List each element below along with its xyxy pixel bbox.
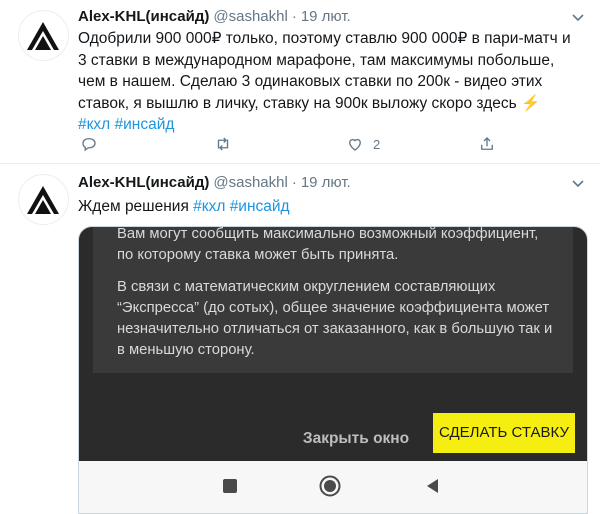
author-name[interactable]: Alex-KHL(инсайд) [78, 174, 209, 191]
tweet-text: Ждем решения #кхл #инсайд [78, 196, 583, 218]
logo-avatar-icon [27, 186, 59, 214]
close-window-button: Закрыть окно [302, 430, 410, 447]
dialog-panel: Вам могут сообщить максимально возможный… [93, 227, 573, 373]
tweet-date[interactable]: 19 лют. [301, 174, 351, 191]
nav-home-icon [319, 475, 341, 497]
separator-dot: · [291, 8, 297, 25]
dialog-paragraph: В связи с математическим округлением сос… [117, 279, 553, 358]
tweet-actions: 2 [78, 133, 498, 155]
tweet-header: Alex-KHL(инсайд) @sashakhl · 19 лют. [78, 172, 351, 194]
android-nav-bar [79, 461, 587, 513]
logo-avatar-icon [27, 22, 59, 50]
share-button[interactable] [478, 133, 496, 155]
tweet[interactable]: Alex-KHL(инсайд) @sashakhl · 19 лют. Одобри… [0, 0, 600, 163]
share-icon [481, 137, 493, 150]
like-count: 2 [373, 136, 381, 152]
reply-button[interactable] [80, 133, 98, 155]
hashtag-link[interactable]: #инсайд [230, 198, 290, 215]
tweet-header: Alex-KHL(инсайд) @sashakhl · 19 лют. [78, 6, 351, 28]
tweet-text: Одобрили 900 000₽ только, поэтому ставлю… [78, 28, 583, 136]
retweet-button[interactable] [214, 133, 232, 155]
reply-icon [82, 138, 96, 152]
author-handle[interactable]: @sashakhl [213, 174, 287, 191]
chevron-down-icon[interactable] [570, 175, 586, 191]
hashtag-link[interactable]: #инсайд [115, 116, 175, 133]
avatar[interactable] [18, 10, 69, 61]
hashtag-link[interactable]: #кхл [193, 198, 225, 215]
nav-back-icon [427, 479, 438, 493]
tweet[interactable]: Alex-KHL(инсайд) @sashakhl · 19 лют. Ждем р… [0, 164, 600, 514]
lightning-emoji: ⚡ [521, 94, 541, 112]
separator-dot: · [291, 174, 297, 191]
author-name[interactable]: Alex-KHL(инсайд) [78, 8, 209, 25]
chevron-down-icon[interactable] [570, 9, 586, 25]
tweet-media-image[interactable]: Вам могут сообщить максимально возможный… [78, 226, 588, 514]
hashtag-link[interactable]: #кхл [78, 116, 110, 133]
nav-stop-icon [223, 479, 237, 493]
retweet-icon [217, 137, 229, 151]
tweet-body: Ждем решения [78, 198, 189, 215]
tweet-date[interactable]: 19 лют. [301, 8, 351, 25]
like-button[interactable]: 2 [346, 133, 380, 155]
like-icon [349, 138, 361, 151]
tweet-body: Одобрили 900 000₽ только, поэтому ставлю… [78, 30, 571, 112]
avatar[interactable] [18, 174, 69, 225]
author-handle[interactable]: @sashakhl [213, 8, 287, 25]
dialog-paragraph: Вам могут сообщить максимально возможный… [117, 226, 539, 263]
place-bet-button: СДЕЛАТЬ СТАВКУ [433, 413, 575, 453]
